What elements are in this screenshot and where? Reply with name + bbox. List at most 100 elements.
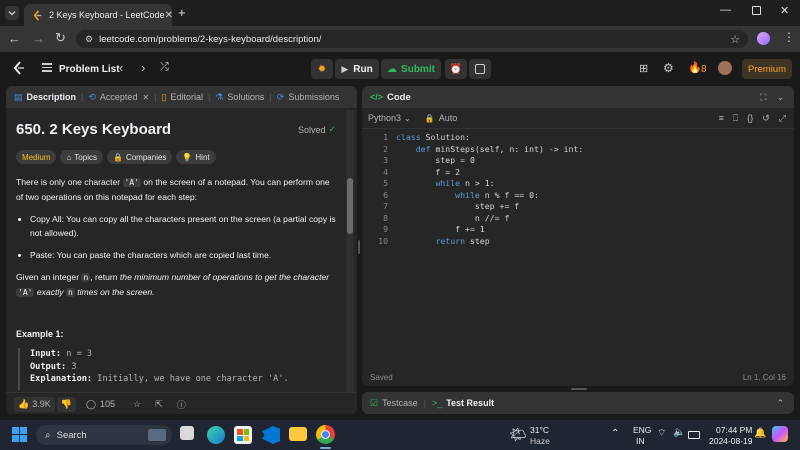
- hint-tag[interactable]: 💡 Hint: [176, 150, 216, 164]
- bookmark-icon[interactable]: ⎕: [733, 113, 738, 124]
- close-window-icon[interactable]: ✕: [780, 4, 789, 17]
- input-lang-top[interactable]: ENG: [633, 425, 651, 435]
- braces-icon[interactable]: {}: [747, 113, 753, 123]
- volume-icon[interactable]: 🔈: [673, 427, 685, 438]
- streak-flame-icon[interactable]: 🔥: [688, 61, 702, 74]
- debug-button[interactable]: ✹: [311, 59, 333, 79]
- windows-start-icon[interactable]: [12, 427, 27, 442]
- tab-accepted[interactable]: ⟲ Accepted ✕: [88, 92, 149, 103]
- problem-title[interactable]: 650. 2 Keys Keyboard: [16, 121, 171, 138]
- reload-icon[interactable]: ↻: [55, 30, 66, 46]
- problem-list-icon[interactable]: [42, 63, 52, 72]
- help-icon[interactable]: ⓘ: [177, 398, 186, 411]
- timer-button[interactable]: ⏰: [445, 59, 467, 79]
- panel-collapse-icon[interactable]: ⌄: [776, 92, 784, 103]
- bookmark-star-icon[interactable]: ☆: [730, 33, 740, 46]
- tab-submissions-label: Submissions: [288, 92, 340, 102]
- code-line[interactable]: def minSteps(self, n: int) -> int:: [396, 144, 584, 154]
- tab-test-result[interactable]: >_ Test Result: [432, 398, 494, 408]
- editor-resize-handle[interactable]: [571, 388, 587, 390]
- format-lines-icon[interactable]: ≡: [719, 113, 724, 123]
- copilot-icon[interactable]: [772, 426, 788, 442]
- minimize-icon[interactable]: —: [720, 4, 731, 16]
- weather-icon[interactable]: 🌤: [509, 426, 527, 443]
- code-line[interactable]: f = 2: [396, 167, 460, 177]
- companies-tag[interactable]: 🔒 Companies: [106, 150, 173, 164]
- code-line[interactable]: class Solution:: [396, 132, 470, 142]
- line-number: 8: [383, 212, 388, 223]
- next-problem-icon[interactable]: ›: [141, 60, 145, 75]
- leetcode-logo-icon[interactable]: [12, 61, 26, 79]
- settings-gear-icon[interactable]: ⚙: [663, 61, 674, 75]
- task-view-icon[interactable]: [180, 426, 194, 440]
- wifi-icon[interactable]: ⌔: [657, 427, 666, 440]
- code-line[interactable]: step = 0: [396, 155, 474, 165]
- favorite-star-icon[interactable]: ☆: [133, 399, 141, 410]
- clock-history-icon: ⟳: [276, 91, 285, 102]
- share-icon[interactable]: ⇱: [155, 399, 163, 410]
- fullscreen-icon[interactable]: ⤢: [779, 113, 786, 124]
- problem-list-link[interactable]: Problem List: [59, 64, 120, 75]
- reset-icon[interactable]: ↺: [762, 113, 770, 124]
- language-select[interactable]: Python3 ⌄: [368, 113, 411, 123]
- close-tab-icon[interactable]: ✕: [142, 93, 149, 102]
- clock-time[interactable]: 07:44 PM: [716, 425, 752, 435]
- address-bar[interactable]: ⚙ leetcode.com/problems/2-keys-keyboard/…: [76, 30, 748, 48]
- prev-problem-icon[interactable]: ‹: [119, 60, 123, 75]
- taskbar-search-box[interactable]: ⌕ Search: [36, 425, 172, 445]
- browser-menu-icon[interactable]: ⋮: [783, 30, 795, 44]
- scrollbar-thumb[interactable]: [347, 178, 353, 234]
- premium-button[interactable]: Premium: [742, 59, 792, 79]
- topics-tag[interactable]: ⌂ Topics: [60, 150, 103, 164]
- example-title: Example 1:: [16, 329, 64, 339]
- given-text-c: the minimum number of operations to get …: [119, 272, 330, 282]
- site-info-icon[interactable]: ⚙: [85, 34, 93, 45]
- forward-icon[interactable]: →: [32, 31, 45, 46]
- given-paragraph: Given an integer n, return the minimum n…: [16, 270, 338, 300]
- output-label: Output:: [30, 361, 67, 372]
- tab-editorial[interactable]: ▯ Editorial: [162, 92, 203, 103]
- expand-up-icon[interactable]: ⌃: [776, 398, 784, 409]
- layout-grid-icon[interactable]: ⊞: [639, 62, 648, 75]
- panel-resize-handle[interactable]: [358, 240, 360, 254]
- back-icon[interactable]: ←: [8, 31, 21, 46]
- chrome-icon[interactable]: [316, 425, 335, 444]
- notes-button[interactable]: [469, 59, 491, 79]
- dislike-button[interactable]: 👎: [56, 396, 76, 412]
- shuffle-icon[interactable]: ⤮: [160, 61, 169, 74]
- code-line[interactable]: return step: [396, 236, 489, 246]
- tab-close-icon[interactable]: ✕: [165, 10, 173, 21]
- user-avatar[interactable]: [718, 61, 732, 75]
- code-line[interactable]: n //= f: [396, 213, 510, 223]
- tab-description[interactable]: ▤ Description: [14, 92, 76, 103]
- tab-testcase[interactable]: ☑ Testcase: [370, 398, 418, 409]
- battery-icon[interactable]: [688, 431, 700, 439]
- code-line[interactable]: f += 1: [396, 224, 485, 234]
- run-button[interactable]: ▶ Run: [335, 59, 379, 79]
- browser-tab[interactable]: 2 Keys Keyboard - LeetCode ✕: [24, 4, 173, 26]
- tab-solutions[interactable]: ⚗ Solutions: [215, 92, 264, 103]
- vscode-icon[interactable]: [262, 426, 280, 444]
- restore-icon[interactable]: [752, 6, 761, 15]
- code-line[interactable]: while n > 1:: [396, 178, 494, 188]
- code-editor[interactable]: 1 2 3 4 5 6 7 8 9 10 class Solution: def minSteps…: [362, 130, 794, 360]
- microsoft-store-icon[interactable]: [234, 426, 252, 444]
- maximize-icon[interactable]: ⛶: [760, 92, 766, 103]
- tray-overflow-icon[interactable]: ⌃: [611, 428, 619, 439]
- tab-search-button[interactable]: [5, 6, 19, 20]
- notification-bell-icon[interactable]: 🔔: [754, 428, 766, 439]
- comments-button[interactable]: ◯ 105: [86, 399, 115, 410]
- tab-solutions-label: Solutions: [227, 92, 265, 102]
- submit-button[interactable]: ☁ Submit: [381, 59, 441, 79]
- like-button[interactable]: 👍 3.9K: [14, 396, 55, 412]
- tab-submissions[interactable]: ⟳ Submissions: [277, 92, 340, 103]
- code-line[interactable]: step += f: [396, 201, 519, 211]
- new-tab-icon[interactable]: +: [178, 5, 186, 20]
- file-explorer-icon[interactable]: [289, 427, 307, 441]
- explanation-value: Initially, we have one character 'A'.: [92, 374, 289, 384]
- edge-browser-icon[interactable]: [207, 426, 225, 444]
- description-scrollbar[interactable]: [346, 110, 354, 392]
- autocomplete-toggle[interactable]: 🔒 Auto: [425, 113, 457, 123]
- profile-avatar[interactable]: [757, 32, 770, 45]
- code-line[interactable]: while n % f == 0:: [396, 190, 539, 200]
